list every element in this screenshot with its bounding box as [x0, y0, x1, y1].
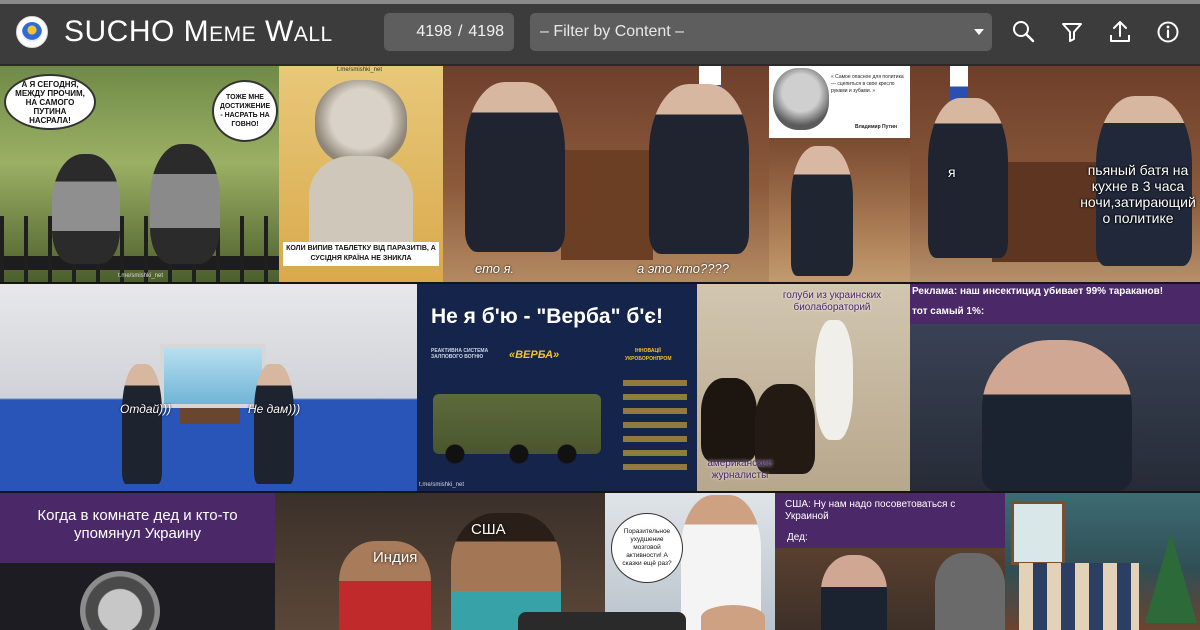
meme-tile-room[interactable] — [1005, 493, 1200, 630]
quote-author: Владимир Путин — [855, 124, 898, 130]
table — [180, 408, 240, 424]
caption-left: ето я. — [475, 261, 515, 276]
search-button[interactable] — [1009, 17, 1039, 47]
brand-name: УКРОБОРОНПРОМ — [625, 356, 672, 362]
meme-tile-usa-ded[interactable]: США: Ну нам надо посоветоваться с Украин… — [775, 493, 1005, 630]
people — [1019, 563, 1139, 630]
doberman-left — [701, 378, 757, 462]
app-title: SUCHO Meme Wall — [64, 15, 333, 48]
watermark: t.me/smishki_net — [118, 273, 164, 279]
crow-left — [52, 154, 120, 264]
person-left — [122, 364, 162, 484]
meme-tile-insecticide[interactable]: Реклама: наш инсектицид убивает 99% тара… — [910, 284, 1200, 491]
christmas-tree — [1145, 533, 1197, 623]
person — [791, 146, 853, 276]
old-man — [821, 555, 887, 630]
label-me: я — [948, 164, 956, 180]
count-total: 4198 — [468, 23, 504, 40]
meme-caption: КОЛИ ВИПИВ ТАБЛЕТКУ ВІД ПАРАЗИТІВ, А СУС… — [283, 242, 439, 266]
info-icon — [1157, 21, 1179, 43]
poster-system-name: «ВЕРБА» — [509, 349, 560, 361]
window — [160, 344, 266, 408]
meme-tile-drunk-dad[interactable]: я пьяный батя на кухне в 3 часа ночи,зат… — [910, 66, 1200, 282]
caption-top: голуби из украинских биолабораторий — [782, 290, 882, 313]
poster-headline: Не я б'ю - "Верба" б'є! — [431, 305, 663, 328]
ded-line: Дед: — [787, 532, 808, 543]
count-shown: 4198 — [416, 23, 452, 40]
meme-tile-india-usa[interactable]: Индия США — [275, 493, 605, 630]
caption-right: Не дам))) — [248, 402, 301, 416]
person-right — [254, 364, 294, 484]
cat-head — [315, 80, 407, 166]
label-usa: США — [471, 521, 506, 538]
caption-right: а это кто???? — [637, 261, 729, 276]
meme-tile-crows[interactable]: А Я СЕГОДНЯ, МЕЖДУ ПРОЧИМ, НА САМОГО ПУТ… — [0, 66, 279, 282]
meme-caption: пьяный батя на кухне в 3 часа ночи,затир… — [1080, 162, 1196, 226]
table — [561, 150, 653, 260]
top-bar: SUCHO Meme Wall 4198 / 4198 – Filter by Co… — [0, 0, 1200, 64]
meme-caption: Когда в комнате дед и кто-то упомянул Ук… — [37, 507, 238, 542]
sucho-logo[interactable] — [16, 16, 48, 48]
filter-icon — [1062, 23, 1082, 42]
truck-wheels — [439, 444, 599, 464]
white-cat — [815, 320, 853, 440]
person-right — [935, 553, 1005, 630]
meme-tile-train[interactable]: Отдай))) Не дам))) — [0, 284, 417, 491]
pager-bar — [518, 612, 686, 630]
search-icon — [1013, 21, 1035, 43]
label-india: Индия — [373, 549, 418, 566]
person-right — [649, 84, 749, 254]
info-button[interactable] — [1153, 17, 1183, 47]
upload-icon — [1110, 21, 1130, 42]
caption-bottom: американские журналисты — [707, 458, 773, 481]
meme-tile-verba[interactable]: Не я б'ю - "Верба" б'є! РЕАКТИВНА СИСТЕМ… — [417, 284, 697, 491]
old-man — [982, 340, 1132, 491]
speech-bubble: Поразительное ухудшение мозговой активно… — [611, 513, 683, 583]
brand-tag: ІННОВАЦІЇ — [635, 348, 661, 354]
cat-body — [309, 156, 413, 254]
meme-tile-cat[interactable]: t.me/smishki_net КОЛИ ВИПИВ ТАБЛЕТКУ ВІД… — [279, 66, 443, 282]
filter-placeholder: – Filter by Content – — [540, 23, 685, 40]
caption-left: Отдай))) — [120, 402, 172, 416]
count-separator: / — [457, 23, 463, 40]
person-left — [928, 98, 1008, 258]
ad-line: Реклама: наш инсектицид убивает 99% тара… — [912, 286, 1164, 297]
chevron-down-icon — [974, 29, 984, 35]
quote-text: « Самое опасное для политика — сцепиться… — [831, 74, 904, 94]
patient — [701, 605, 765, 630]
crow-right — [150, 144, 220, 264]
spec-list — [623, 380, 687, 476]
meme-tile-biolab[interactable]: голуби из украинских биолабораторий амер… — [697, 284, 910, 491]
meme-tile-doctor[interactable]: Поразительное ухудшение мозговой активно… — [605, 493, 775, 630]
punchline: тот самый 1%: — [912, 306, 985, 317]
speech-bubble-left: А Я СЕГОДНЯ, МЕЖДУ ПРОЧИМ, НА САМОГО ПУТ… — [4, 74, 96, 130]
usa-line: США: Ну нам надо посоветоваться с Украин… — [785, 499, 956, 522]
person-left — [465, 82, 565, 252]
content-filter-select[interactable]: – Filter by Content – — [530, 13, 992, 51]
speech-bubble-right: ТОЖЕ МНЕ ДОСТИЖЕНИЕ - НАСРАТЬ НА ГОВНО! — [212, 80, 278, 142]
meme-tile-quote[interactable]: « Самое опасное для политика — сцепиться… — [769, 66, 910, 282]
meme-tile-two-putins[interactable]: ето я. а это кто???? — [443, 66, 769, 282]
watermark: t.me/smishki_net — [419, 482, 465, 488]
upload-button[interactable] — [1105, 17, 1135, 47]
portrait — [773, 68, 829, 130]
meme-tile-grandpa[interactable]: Когда в комнате дед и кто-то упомянул Ук… — [0, 493, 275, 630]
meme-counter: 4198 / 4198 — [384, 13, 514, 51]
astronaut — [80, 571, 160, 630]
poster-subtitle: РЕАКТИВНА СИСТЕМА ЗАЛПОВОГО ВОГНЮ — [431, 348, 489, 360]
watermark: t.me/smishki_net — [337, 67, 383, 73]
window — [1011, 501, 1065, 565]
filter-button[interactable] — [1057, 17, 1087, 47]
